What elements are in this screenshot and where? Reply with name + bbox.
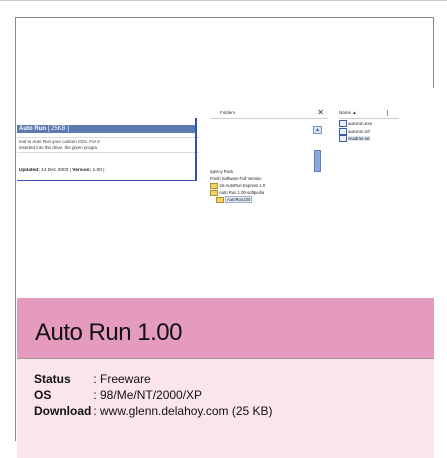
tree-item[interactable]: 1st AutoRun Express 1.0 (210, 182, 320, 189)
product-size: [ 25KB ] (47, 126, 70, 132)
updated-label: Updated: (19, 168, 40, 173)
meta-separator: | (69, 168, 71, 173)
folder-icon (210, 182, 218, 189)
panel-divider-vertical (195, 118, 197, 180)
page-title: Auto Run 1.00 (35, 319, 182, 346)
os-label: OS (34, 388, 52, 402)
file-item[interactable]: readme.txt (339, 135, 372, 143)
os-row: OS : 98/Me/NT/2000/XP (34, 388, 202, 402)
folder-tree: rgency Pack Fresh Software Full Version … (210, 168, 320, 203)
folder-icon (210, 189, 218, 196)
download-label: Download (34, 404, 92, 418)
file-item[interactable]: autorun.exe (339, 120, 372, 128)
tree-item-selected[interactable]: AutoRun100 (210, 196, 320, 203)
text-file-icon (339, 135, 347, 143)
folders-pane: Folders ✕ ▲ rgency Pack Fresh Software F… (210, 108, 330, 228)
version-label: Version: (72, 168, 92, 173)
product-meta: Updated: 14 Dec 2003 | Version: 1.00 | (17, 168, 197, 174)
scroll-up-icon[interactable]: ▲ (313, 126, 322, 134)
product-name-bar: Auto Run [ 25KB ] (17, 125, 195, 133)
tree-item[interactable]: rgency Pack (210, 168, 320, 175)
file-item[interactable]: autorun.inf (339, 127, 372, 136)
top-rule (0, 0, 447, 1)
settings-file-icon (339, 127, 347, 135)
folders-header: Folders ✕ (210, 108, 328, 119)
name-column-label: Name ▲ (339, 110, 357, 115)
file-list: autorun.exe autorun.inf readme.txt (339, 120, 372, 143)
download-value[interactable]: : www.glenn.delahoy.com (25 KB) (93, 404, 272, 418)
application-icon (339, 120, 347, 128)
product-description: tool to Auto Run your custom CDs. For e … (17, 137, 199, 153)
screenshot-area: Auto Run [ 25KB ] tool to Auto Run your … (17, 88, 434, 298)
status-row: Status : Freeware (34, 372, 151, 386)
folders-title: Folders (220, 110, 236, 115)
folder-open-icon (216, 196, 224, 203)
panel-divider-horizontal (17, 180, 197, 181)
description-line-2: inserted into the drive, the given progr… (19, 145, 98, 150)
download-row: Download : www.glenn.delahoy.com (25 KB) (34, 404, 273, 418)
files-pane: Name ▲ autorun.exe autorun.inf readme.tx… (333, 108, 433, 188)
product-name: Auto Run (19, 126, 46, 132)
tree-item[interactable]: Fresh Software Full Version (210, 175, 320, 182)
version-value: 1.00 | (92, 168, 105, 173)
column-separator (387, 110, 388, 116)
updated-value: 14 Dec 2003 (41, 168, 69, 173)
status-label: Status (34, 372, 71, 386)
name-column-header[interactable]: Name ▲ (339, 108, 399, 119)
article-frame: Auto Run [ 25KB ] tool to Auto Run your … (15, 17, 434, 458)
tree-item[interactable]: Auto Run 1.00-softpedia (210, 189, 320, 196)
status-value: : Freeware (93, 372, 151, 386)
os-value: : 98/Me/NT/2000/XP (93, 388, 203, 402)
close-icon[interactable]: ✕ (317, 108, 324, 118)
